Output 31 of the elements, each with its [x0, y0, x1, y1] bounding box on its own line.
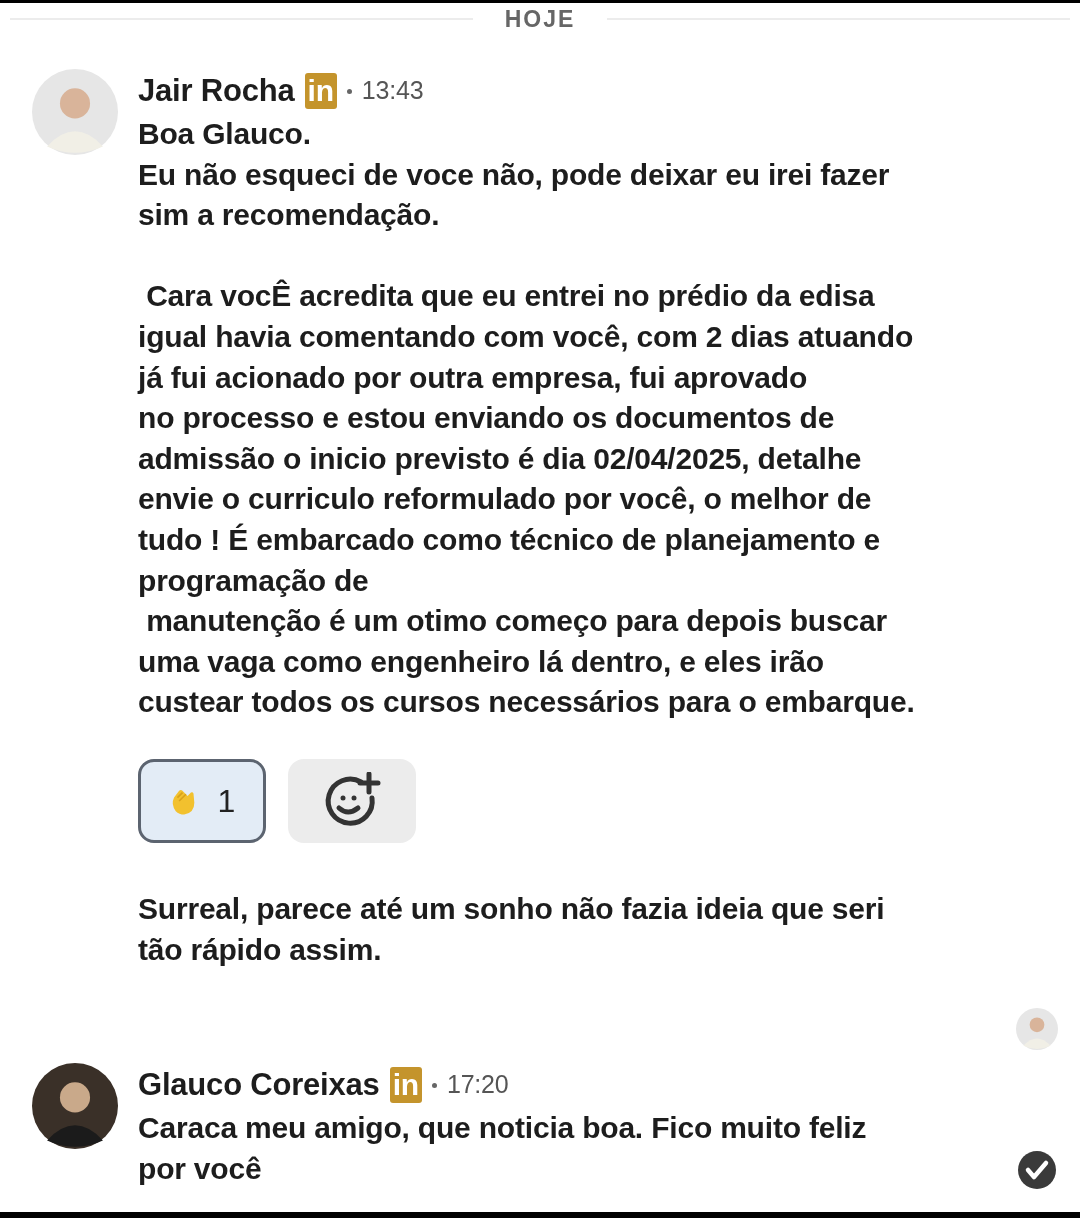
- message-text: custear todos os cursos necessários para o embarque.: [138, 684, 915, 721]
- day-divider: HOJE: [503, 4, 577, 34]
- message-text: envie o curriculo reformulado por você, o melhor de: [138, 481, 872, 518]
- message-text: já fui acionado por outra empresa, fui aprovado: [138, 359, 808, 396]
- linkedin-badge: in: [304, 73, 337, 109]
- message-time: 13:43: [361, 75, 424, 107]
- check-icon: [1018, 1151, 1056, 1190]
- message-text: no processo e estou enviando os documentos de: [138, 400, 835, 437]
- add-reaction-button[interactable]: [288, 758, 416, 843]
- message-text: Caraca meu amigo, que noticia boa. Fico muito feliz: [138, 1110, 867, 1147]
- message-text: Surreal, parece até um sonho não fazia ideia que seri: [138, 890, 885, 927]
- linkedin-badge: in: [389, 1067, 422, 1104]
- message-text: sim a recomendação.: [138, 197, 440, 234]
- dot-separator-icon: [346, 88, 352, 94]
- message-text: manutenção é um otimo começo para depois buscar: [145, 603, 887, 640]
- message-text: Cara vocÊ acredita que eu entrei no prédio da edisa: [145, 278, 875, 315]
- message-text: por você: [138, 1150, 262, 1187]
- message-text: admissão o inicio previsto é dia 02/04/2025, detalhe: [138, 440, 862, 477]
- message-text: igual havia comentando com você, com 2 dias atuando: [138, 318, 913, 355]
- message-text: Eu não esqueci de voce não, pode deixar eu irei fazer: [138, 156, 890, 193]
- sender-name[interactable]: Glauco Coreixas: [138, 1061, 380, 1109]
- message-time: 17:20: [446, 1069, 509, 1101]
- avatar[interactable]: [32, 1063, 118, 1150]
- message-text: tão rápido assim.: [138, 931, 382, 968]
- message-text: Boa Glauco.: [138, 116, 311, 152]
- dot-separator-icon: [431, 1082, 437, 1088]
- message-text: uma vaga como engenheiro lá dentro, e eles irão: [138, 643, 824, 680]
- sender-name[interactable]: Jair Rocha: [138, 67, 295, 115]
- message-text: programação de: [138, 562, 369, 599]
- reaction-button[interactable]: 1: [138, 758, 266, 843]
- message-text: tudo ! É embarcado como técnico de planejamento e: [138, 521, 881, 558]
